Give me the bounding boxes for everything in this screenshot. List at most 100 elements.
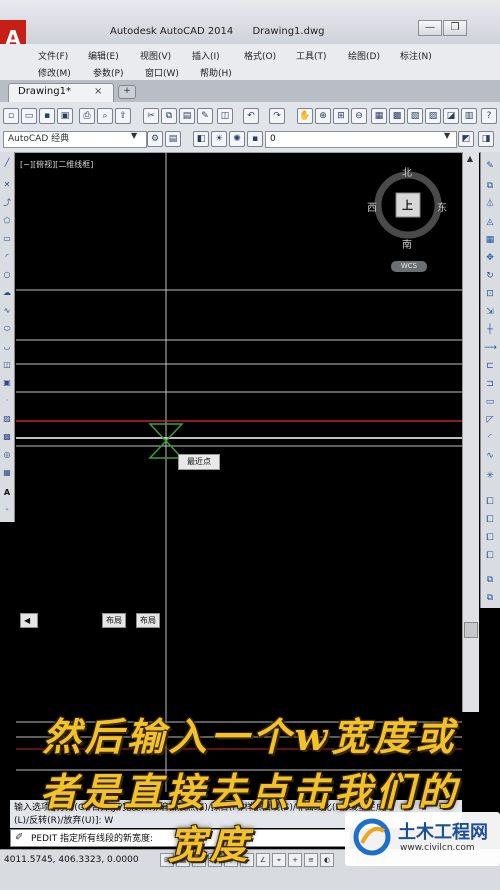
spline-icon[interactable]: ∿: [2, 306, 12, 316]
blend-curves-icon[interactable]: ∿: [484, 450, 496, 462]
polygon-icon[interactable]: ⬠: [2, 216, 12, 226]
menu-draw[interactable]: 绘图(D): [348, 49, 380, 62]
rectangle-icon[interactable]: ▭: [2, 234, 12, 244]
copy-icon[interactable]: ⧉: [161, 108, 177, 124]
scrollbar-thumb[interactable]: [464, 622, 478, 638]
bulb-icon[interactable]: ☀: [211, 131, 227, 147]
compass-west[interactable]: 西: [367, 199, 377, 214]
tab-close-icon[interactable]: ×: [94, 86, 102, 97]
lock-icon[interactable]: ▪: [247, 131, 263, 147]
ellipse-arc-icon[interactable]: ◡: [2, 342, 12, 352]
move-icon[interactable]: ✥: [484, 252, 496, 264]
undo-icon[interactable]: ↶: [243, 108, 259, 124]
menu-edit[interactable]: 编辑(E): [88, 49, 119, 62]
zoom-previous-icon[interactable]: ⊖: [351, 108, 367, 124]
stretch-icon[interactable]: ⇲: [484, 306, 496, 318]
plot-icon[interactable]: ⎙: [79, 108, 95, 124]
gradient-icon[interactable]: ▩: [2, 432, 12, 442]
insert-block-icon[interactable]: ◫: [2, 360, 12, 370]
table-icon[interactable]: ▦: [2, 468, 12, 478]
fillet-icon[interactable]: ◜: [484, 432, 496, 444]
layer-previous-icon[interactable]: ◨: [478, 131, 494, 147]
compass-south[interactable]: 南: [402, 236, 412, 251]
scale-icon[interactable]: ⊡: [484, 288, 496, 300]
cut-icon[interactable]: ✂: [143, 108, 159, 124]
break-icon[interactable]: ⊐: [484, 378, 496, 390]
layout-nav-icon[interactable]: ◀: [20, 613, 38, 628]
sun-icon[interactable]: ✺: [229, 131, 245, 147]
save-icon[interactable]: ▪: [39, 108, 55, 124]
layer-dropdown[interactable]: 0: [265, 131, 457, 148]
offset-icon[interactable]: ◬: [484, 216, 496, 228]
calculator-icon[interactable]: ▥: [461, 108, 477, 124]
menu-tools[interactable]: 工具(T): [296, 49, 327, 62]
make-current-layer-icon[interactable]: ◩: [458, 131, 474, 147]
match-properties-icon[interactable]: ✎: [197, 108, 213, 124]
zoom-window-icon[interactable]: ⊞: [333, 108, 349, 124]
new-tab-button[interactable]: +: [118, 85, 136, 99]
workspace-dropdown[interactable]: AutoCAD 经典: [3, 131, 147, 148]
explode-icon[interactable]: ✳: [484, 470, 496, 482]
mirror-icon[interactable]: ⏃: [484, 198, 496, 210]
chamfer-icon[interactable]: ◸: [484, 414, 496, 426]
pan-icon[interactable]: ✋: [297, 108, 313, 124]
draw-order-icon-4[interactable]: ⧠: [484, 550, 496, 562]
menu-window[interactable]: 窗口(W): [145, 66, 179, 79]
restore-button[interactable]: ❐: [443, 20, 467, 36]
break-at-point-icon[interactable]: ⊏: [484, 360, 496, 372]
zoom-realtime-icon[interactable]: ⊕: [315, 108, 331, 124]
tool-palettes-icon[interactable]: ▧: [407, 108, 423, 124]
rotate-icon[interactable]: ↻: [484, 270, 496, 282]
new-file-icon[interactable]: ▫: [3, 108, 19, 124]
trim-icon[interactable]: ┼: [484, 324, 496, 336]
block-editor-icon[interactable]: ◫: [217, 108, 233, 124]
compass-east[interactable]: 东: [437, 199, 447, 214]
markup-icon[interactable]: ◪: [443, 108, 459, 124]
hatch-icon[interactable]: ▨: [2, 414, 12, 424]
menu-file[interactable]: 文件(F): [38, 49, 68, 62]
viewcube-top-face[interactable]: 上: [402, 197, 413, 213]
extend-icon[interactable]: ⟶: [484, 342, 497, 354]
ellipse-icon[interactable]: ⬭: [2, 324, 12, 334]
polyline-icon[interactable]: ⤴: [2, 198, 12, 208]
open-folder-icon[interactable]: ▭: [21, 108, 37, 124]
tab-layout1[interactable]: 布局: [102, 613, 126, 628]
help-icon[interactable]: ?: [481, 108, 497, 124]
redo-icon[interactable]: ↷: [269, 108, 285, 124]
menu-help[interactable]: 帮助(H): [200, 66, 232, 79]
menu-modify[interactable]: 修改(M): [38, 66, 71, 79]
save-as-icon[interactable]: ▣: [57, 108, 73, 124]
multiline-text-icon[interactable]: A: [2, 488, 12, 498]
sheet-set-icon[interactable]: ▨: [425, 108, 441, 124]
menu-dimension[interactable]: 标注(N): [400, 49, 432, 62]
make-block-icon[interactable]: ▣: [2, 378, 12, 388]
add-selected-icon[interactable]: ⁺: [2, 506, 12, 516]
point-icon[interactable]: ·: [2, 396, 12, 406]
erase-icon[interactable]: ✎: [484, 160, 496, 172]
construction-line-icon[interactable]: ✕: [2, 180, 12, 190]
join-icon[interactable]: ▭: [484, 396, 496, 408]
array-icon[interactable]: ▦: [484, 234, 496, 246]
draw-order-icon-1[interactable]: ⧠: [484, 496, 496, 508]
line-icon[interactable]: ╱: [2, 158, 12, 168]
circle-icon[interactable]: ○: [2, 270, 12, 280]
arc-icon[interactable]: ◜: [2, 252, 12, 262]
menu-format[interactable]: 格式(O): [244, 49, 276, 62]
menu-parametric[interactable]: 参数(P): [93, 66, 123, 79]
plot-preview-icon[interactable]: ⌕: [97, 108, 113, 124]
tab-layout2[interactable]: 布局: [136, 613, 160, 628]
compass-north[interactable]: 北: [402, 164, 412, 179]
chevron-down-icon[interactable]: ▼: [444, 131, 450, 140]
minimize-button[interactable]: —: [418, 20, 442, 36]
drawing-canvas[interactable]: [16, 152, 462, 792]
design-center-icon[interactable]: ▩: [389, 108, 405, 124]
menu-view[interactable]: 视图(V): [140, 49, 171, 62]
revision-cloud-icon[interactable]: ☁: [2, 288, 12, 298]
copy-object-icon[interactable]: ⧉: [484, 180, 496, 192]
scroll-up-icon[interactable]: ▲: [463, 153, 477, 165]
layer-manager-icon[interactable]: ◧: [193, 131, 209, 147]
paste-icon[interactable]: ▤: [179, 108, 195, 124]
viewport-controls-label[interactable]: [−][俯视][二维线框]: [20, 159, 93, 170]
layer-properties-icon[interactable]: ▤: [165, 131, 181, 147]
workspace-settings-icon[interactable]: ⚙: [147, 131, 163, 147]
